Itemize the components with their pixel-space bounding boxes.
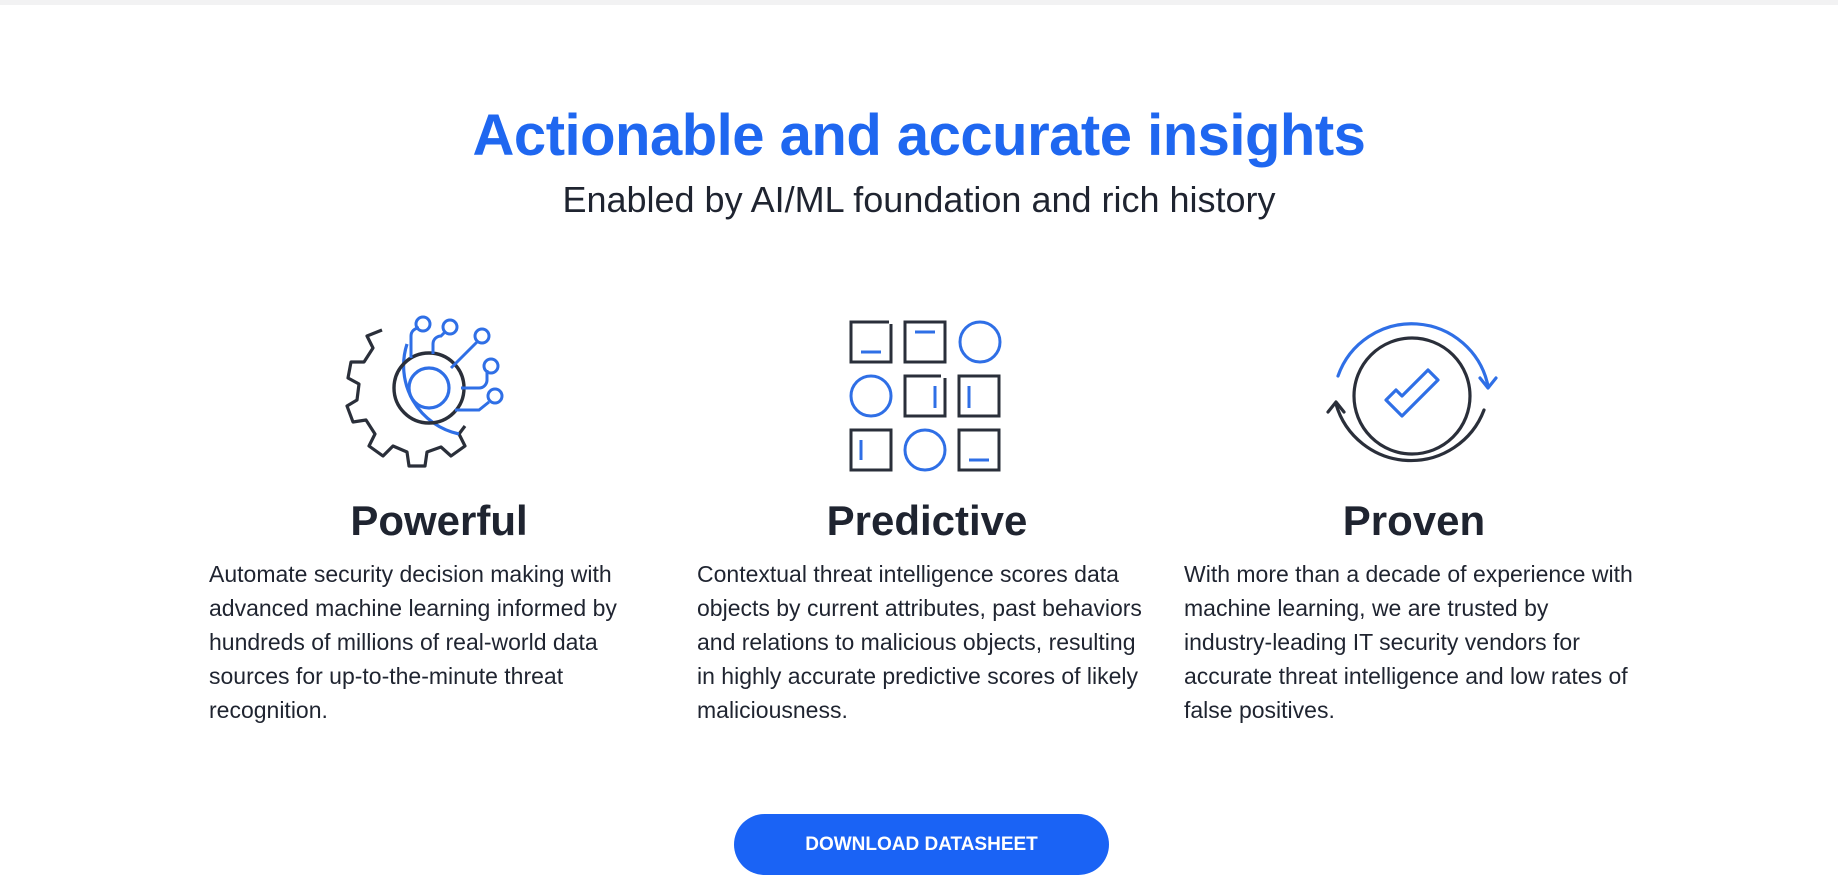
feature-description: Automate security decision making with a… [209, 561, 617, 723]
section-title: Actionable and accurate insights [472, 103, 1366, 168]
feature-title: Predictive [826, 497, 1028, 544]
top-divider-strip [0, 0, 1838, 5]
gear-circuit-icon [209, 300, 669, 490]
feature-description: With more than a decade of experience wi… [1184, 561, 1633, 723]
section-subtitle: Enabled by AI/ML foundation and rich his… [562, 179, 1276, 220]
feature-description: Contextual threat intelligence scores da… [697, 561, 1142, 723]
download-datasheet-button[interactable]: DOWNLOAD DATASHEET [734, 814, 1109, 875]
verified-check-cycle-icon [1184, 300, 1644, 490]
feature-title: Proven [1342, 497, 1486, 544]
feature-title: Powerful [350, 497, 528, 544]
grid-pattern-icon [697, 300, 1157, 490]
